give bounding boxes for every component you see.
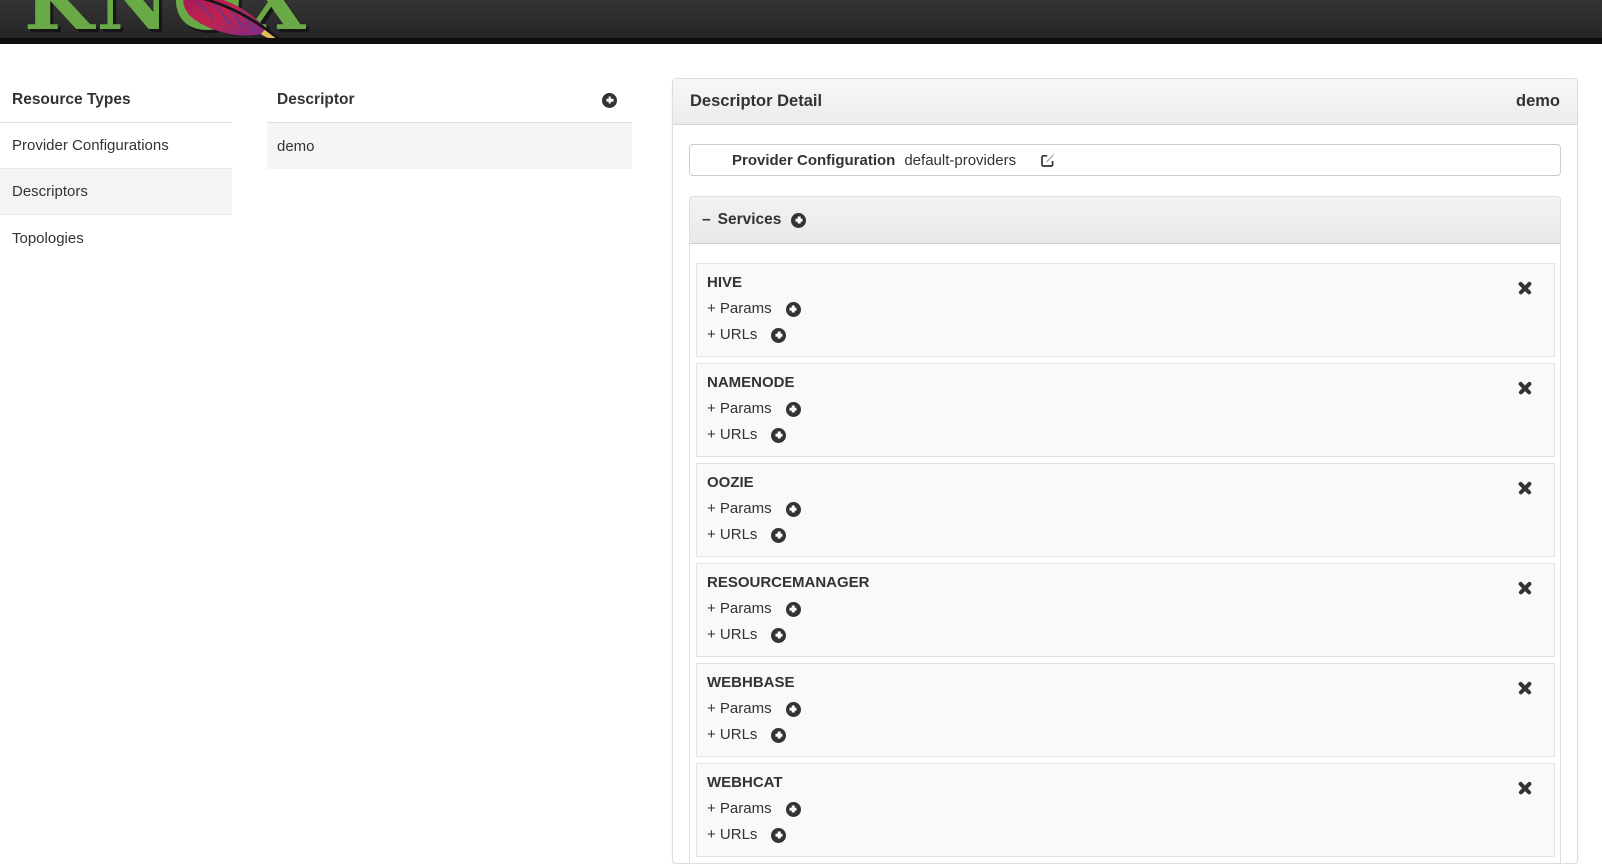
service-params-row: + Params bbox=[707, 796, 1544, 822]
descriptor-list-item[interactable]: demo bbox=[267, 123, 632, 169]
add-url-icon[interactable] bbox=[771, 828, 786, 843]
add-service-icon[interactable] bbox=[791, 213, 806, 228]
collapse-services-toggle[interactable]: – bbox=[702, 211, 711, 229]
service-card: WEBHCAT + Params + URLs bbox=[696, 763, 1555, 857]
remove-service-icon[interactable] bbox=[1517, 280, 1532, 295]
service-urls-row: + URLs bbox=[707, 322, 1544, 348]
provider-configuration-row: Provider Configuration default-providers bbox=[689, 144, 1561, 176]
remove-service-icon[interactable] bbox=[1517, 780, 1532, 795]
service-params-row: + Params bbox=[707, 396, 1544, 422]
descriptor-list-header: Descriptor bbox=[267, 78, 632, 123]
add-param-icon[interactable] bbox=[786, 602, 801, 617]
params-label: + Params bbox=[707, 796, 772, 822]
service-params-row: + Params bbox=[707, 296, 1544, 322]
resource-types-sidebar: Resource Types Provider Configurations D… bbox=[0, 78, 232, 261]
service-card: HIVE + Params + URLs bbox=[696, 263, 1555, 357]
service-name: OOZIE bbox=[707, 470, 1544, 496]
apache-feather-icon bbox=[168, 0, 286, 44]
sidebar-title: Resource Types bbox=[0, 78, 232, 123]
provider-configuration-label: Provider Configuration bbox=[732, 152, 895, 169]
remove-service-icon[interactable] bbox=[1517, 680, 1532, 695]
params-label: + Params bbox=[707, 496, 772, 522]
urls-label: + URLs bbox=[707, 622, 757, 648]
sidebar-item[interactable]: Provider Configurations bbox=[0, 123, 232, 169]
params-label: + Params bbox=[707, 596, 772, 622]
sidebar-item-label: Descriptors bbox=[12, 183, 88, 200]
sidebar-item[interactable]: Topologies bbox=[0, 215, 232, 261]
edit-provider-configuration-icon[interactable] bbox=[1040, 152, 1056, 168]
add-descriptor-icon[interactable] bbox=[602, 93, 617, 108]
params-label: + Params bbox=[707, 696, 772, 722]
service-card: NAMENODE + Params + URLs bbox=[696, 363, 1555, 457]
add-param-icon[interactable] bbox=[786, 302, 801, 317]
service-name: WEBHCAT bbox=[707, 770, 1544, 796]
add-param-icon[interactable] bbox=[786, 502, 801, 517]
service-card: OOZIE + Params + URLs bbox=[696, 463, 1555, 557]
remove-service-icon[interactable] bbox=[1517, 480, 1532, 495]
services-title: Services bbox=[718, 211, 782, 229]
service-urls-row: + URLs bbox=[707, 422, 1544, 448]
service-urls-row: + URLs bbox=[707, 822, 1544, 848]
service-card: RESOURCEMANAGER + Params + URLs bbox=[696, 563, 1555, 657]
add-param-icon[interactable] bbox=[786, 802, 801, 817]
add-url-icon[interactable] bbox=[771, 428, 786, 443]
service-name: WEBHBASE bbox=[707, 670, 1544, 696]
service-params-row: + Params bbox=[707, 696, 1544, 722]
services-list: HIVE + Params + URLs NAMENODE bbox=[690, 244, 1560, 864]
remove-service-icon[interactable] bbox=[1517, 380, 1532, 395]
service-name: NAMENODE bbox=[707, 370, 1544, 396]
services-section: – Services HIVE + Params + URLs bbox=[689, 196, 1561, 864]
urls-label: + URLs bbox=[707, 822, 757, 848]
sidebar-item[interactable]: Descriptors bbox=[0, 169, 232, 215]
descriptor-detail-body: Provider Configuration default-providers… bbox=[673, 125, 1577, 864]
descriptor-detail-panel: Descriptor Detail demo Provider Configur… bbox=[672, 78, 1578, 864]
service-params-row: + Params bbox=[707, 496, 1544, 522]
urls-label: + URLs bbox=[707, 422, 757, 448]
urls-label: + URLs bbox=[707, 722, 757, 748]
params-label: + Params bbox=[707, 296, 772, 322]
detail-title: Descriptor Detail bbox=[690, 92, 822, 111]
selected-descriptor-name: demo bbox=[1516, 92, 1560, 111]
service-name: HIVE bbox=[707, 270, 1544, 296]
services-section-header: – Services bbox=[690, 197, 1560, 244]
descriptor-detail-header: Descriptor Detail demo bbox=[673, 79, 1577, 125]
descriptor-list-title: Descriptor bbox=[277, 91, 355, 109]
top-navbar: KNOX bbox=[0, 0, 1602, 44]
service-name: RESOURCEMANAGER bbox=[707, 570, 1544, 596]
sidebar-item-label: Provider Configurations bbox=[12, 137, 169, 154]
urls-label: + URLs bbox=[707, 322, 757, 348]
add-param-icon[interactable] bbox=[786, 402, 801, 417]
service-params-row: + Params bbox=[707, 596, 1544, 622]
add-url-icon[interactable] bbox=[771, 628, 786, 643]
add-url-icon[interactable] bbox=[771, 328, 786, 343]
add-url-icon[interactable] bbox=[771, 528, 786, 543]
add-url-icon[interactable] bbox=[771, 728, 786, 743]
descriptor-item-label: demo bbox=[277, 138, 315, 155]
params-label: + Params bbox=[707, 396, 772, 422]
descriptor-list-column: Descriptor demo bbox=[267, 78, 632, 169]
urls-label: + URLs bbox=[707, 522, 757, 548]
service-urls-row: + URLs bbox=[707, 522, 1544, 548]
service-urls-row: + URLs bbox=[707, 622, 1544, 648]
provider-configuration-value: default-providers bbox=[904, 152, 1016, 169]
add-param-icon[interactable] bbox=[786, 702, 801, 717]
sidebar-item-label: Topologies bbox=[12, 230, 84, 247]
service-card: WEBHBASE + Params + URLs bbox=[696, 663, 1555, 757]
remove-service-icon[interactable] bbox=[1517, 580, 1532, 595]
service-urls-row: + URLs bbox=[707, 722, 1544, 748]
